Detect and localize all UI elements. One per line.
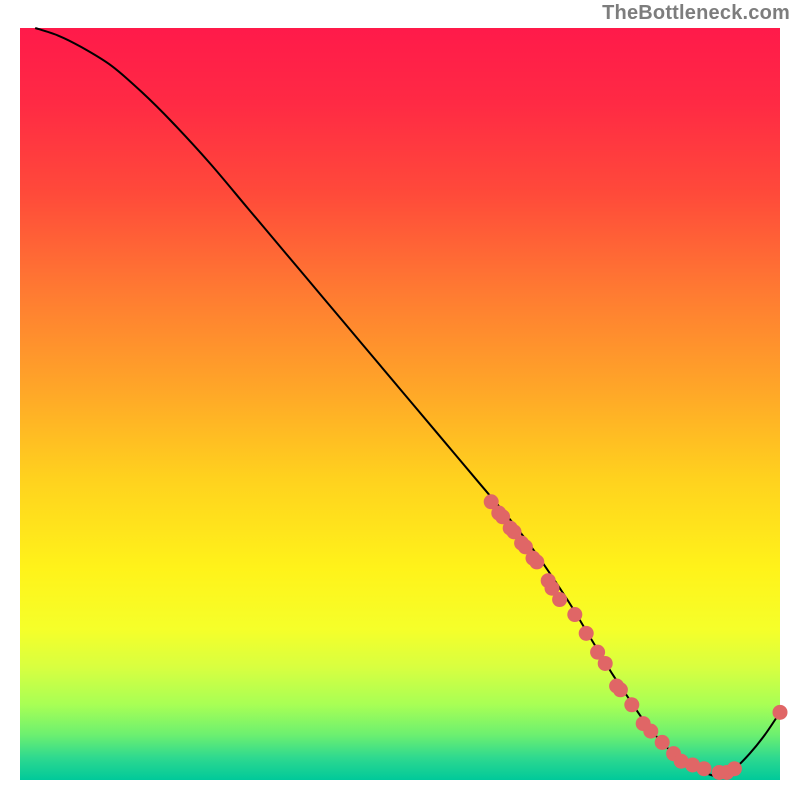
scatter-point [529, 554, 544, 569]
scatter-point [773, 705, 788, 720]
scatter-point [643, 724, 658, 739]
scatter-point [624, 697, 639, 712]
scatter-point [727, 761, 742, 776]
scatter-point [613, 682, 628, 697]
chart-container: TheBottleneck.com [0, 0, 800, 800]
scatter-point [598, 656, 613, 671]
scatter-point [567, 607, 582, 622]
scatter-point [697, 761, 712, 776]
bottleneck-chart [0, 0, 800, 800]
scatter-point [655, 735, 670, 750]
scatter-point [552, 592, 567, 607]
plot-background [20, 28, 780, 780]
scatter-point [579, 626, 594, 641]
